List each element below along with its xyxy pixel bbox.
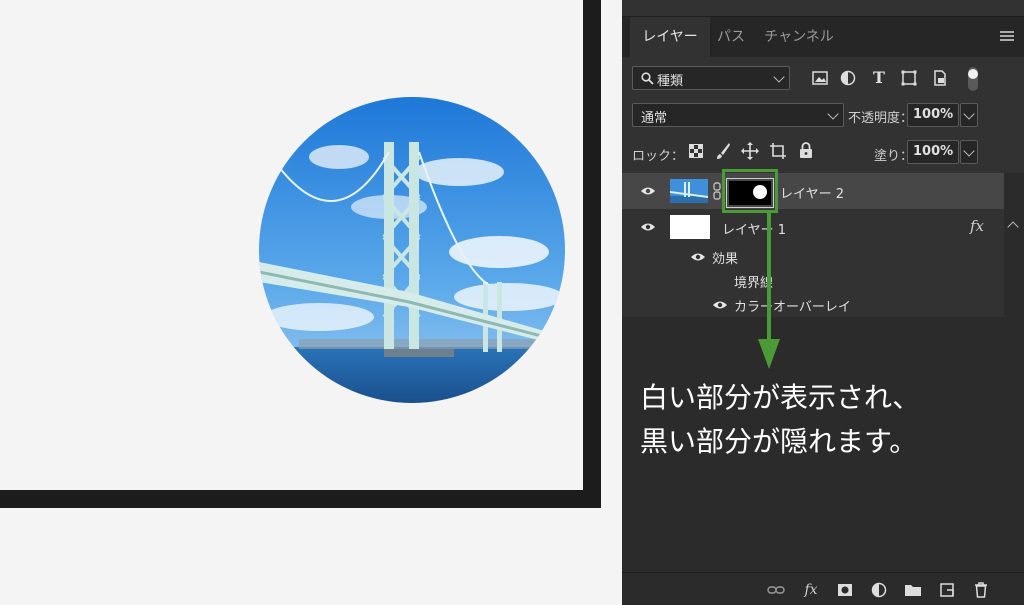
effects-label: 効果 (712, 252, 739, 267)
document-edge-right (583, 0, 601, 508)
adjustment-icon[interactable] (870, 581, 888, 599)
tab-channels[interactable]: チャンネル (756, 17, 842, 57)
type-filter-icon[interactable]: T (869, 68, 889, 88)
layers-bottom-toolbar: fx (622, 572, 1024, 605)
blend-mode-value: 通常 (641, 111, 668, 126)
fill-value: 100% (913, 144, 954, 159)
layer-2-image-thumbnail[interactable] (670, 179, 708, 203)
chevron-down-icon (963, 108, 975, 120)
layer-scroll-gutter (1004, 173, 1024, 317)
layer-1-thumbnail[interactable] (670, 215, 710, 239)
shape-filter-icon[interactable] (899, 68, 919, 88)
smart-object-filter-icon[interactable] (930, 68, 950, 88)
lock-label: ロック： (632, 149, 685, 164)
link-layers-icon[interactable] (767, 581, 785, 599)
effects-row[interactable]: 効果 (622, 245, 1004, 269)
eye-icon[interactable] (690, 252, 706, 262)
chevron-down-icon (963, 145, 975, 157)
layer-filter-select[interactable]: 種類 (632, 66, 790, 90)
eye-icon[interactable] (640, 222, 656, 232)
effect-stroke-row[interactable]: 境界線 (622, 269, 1004, 293)
search-icon (641, 72, 654, 85)
canvas-gap (601, 0, 622, 604)
layer-row-1[interactable]: レイヤー 1 fx (622, 209, 1004, 245)
lock-paint-icon[interactable] (715, 142, 731, 160)
panel-top-bar (622, 0, 1024, 17)
blend-mode-select[interactable]: 通常 (632, 103, 844, 127)
annotation-line-2: 黒い部分が隠れます。 (640, 425, 918, 458)
layers-panel: レイヤー パス チャンネル 種類 T 通常 不透明度： 100% ロック： 塗り… (622, 0, 1024, 605)
tab-paths[interactable]: パス (710, 17, 752, 57)
adjustment-filter-icon[interactable] (838, 68, 858, 88)
lock-transparent-icon[interactable] (689, 144, 703, 158)
panel-menu-icon[interactable] (1000, 31, 1014, 41)
annotation-arrow-icon (758, 213, 780, 369)
lock-all-icon[interactable] (799, 142, 813, 159)
fill-dropdown[interactable] (960, 140, 978, 164)
panel-tabs: レイヤー パス チャンネル (622, 17, 1024, 57)
chevron-up-icon[interactable] (1007, 221, 1019, 233)
effect-color-overlay-row[interactable]: カラーオーバーレイ (622, 293, 1004, 317)
mask-icon[interactable] (836, 581, 854, 599)
lock-position-icon[interactable] (741, 142, 759, 160)
new-layer-icon[interactable] (938, 581, 956, 599)
folder-icon[interactable] (904, 581, 922, 599)
chevron-down-icon (773, 71, 785, 83)
opacity-input[interactable]: 100% (907, 103, 959, 127)
layer-row-2[interactable]: レイヤー 2 (622, 173, 1004, 209)
masked-bridge-image (259, 97, 565, 403)
opacity-dropdown[interactable] (960, 103, 978, 127)
link-icon[interactable] (712, 182, 722, 200)
fx-badge[interactable]: fx (970, 217, 984, 235)
effect-color-overlay-label: カラーオーバーレイ (734, 300, 851, 315)
document-canvas[interactable] (0, 0, 622, 604)
eye-icon[interactable] (712, 300, 728, 310)
image-filter-icon[interactable] (810, 68, 830, 88)
opacity-label: 不透明度： (848, 111, 914, 126)
filter-toggle-icon[interactable] (966, 66, 980, 92)
fx-icon[interactable]: fx (802, 581, 820, 599)
chevron-down-icon (827, 108, 839, 120)
lock-artboard-icon[interactable] (769, 142, 787, 160)
document-edge-bottom (0, 490, 601, 508)
eye-icon[interactable] (640, 186, 656, 196)
trash-icon[interactable] (972, 581, 990, 599)
annotation-line-1: 白い部分が表示され、 (640, 381, 921, 414)
mask-highlight-frame (722, 169, 778, 213)
filter-kind-label: 種類 (657, 74, 684, 89)
fill-input[interactable]: 100% (907, 140, 959, 164)
layer-name[interactable]: レイヤー 2 (780, 183, 844, 202)
tab-layers[interactable]: レイヤー (630, 17, 710, 57)
opacity-value: 100% (913, 107, 954, 122)
annotation-text: 白い部分が表示され、 黒い部分が隠れます。 (640, 376, 920, 464)
